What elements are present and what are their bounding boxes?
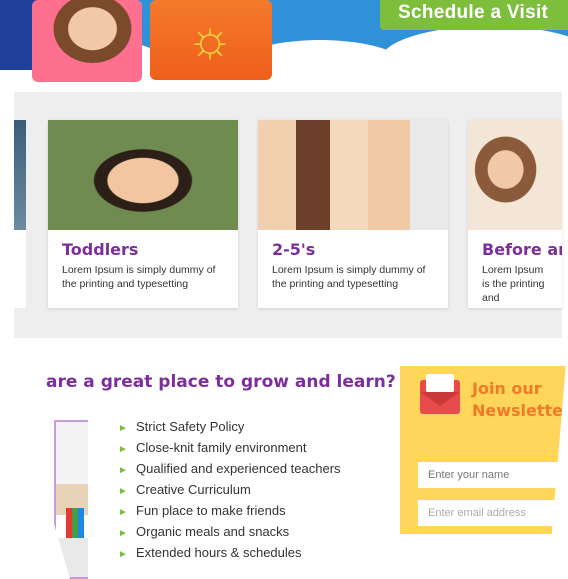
program-card-text: Lorem Ipsum is the printing and [482, 264, 545, 304]
bullet-icon: ► [118, 549, 128, 560]
programs-section: Toddlers Lorem Ipsum is simply dummy of … [14, 92, 562, 338]
program-card-text: Lorem Ipsum is simply dummy of the print… [62, 264, 216, 290]
feature-item: ► Organic meals and snacks [118, 521, 341, 542]
bullet-icon: ► [118, 423, 128, 434]
bullet-icon: ► [118, 486, 128, 497]
program-card-toddlers[interactable]: Toddlers Lorem Ipsum is simply dummy of … [48, 120, 238, 308]
newsletter-box: Join our Newsletter [400, 366, 568, 534]
hero-girl-photo [32, 0, 142, 82]
program-card-image [258, 120, 448, 230]
program-card-partial[interactable] [14, 120, 26, 308]
hero-banner: ☼ Schedule a Visit [0, 0, 568, 92]
features-list: ► Strict Safety Policy ► Close-knit family… [118, 416, 341, 563]
feature-item: ► Strict Safety Policy [118, 416, 341, 437]
perspective-edge-left [0, 338, 70, 579]
feature-item: ► Qualified and experienced teachers [118, 458, 341, 479]
program-card-image [48, 120, 238, 230]
name-input[interactable] [418, 462, 568, 488]
perspective-edge-right [548, 338, 568, 579]
program-card-title: Before an [482, 240, 562, 259]
palm-tree-icon: ☼ [186, 10, 234, 68]
feature-item: ► Close-knit family environment [118, 437, 341, 458]
why-title: are a great place to grow and learn? [46, 372, 396, 392]
feature-item: ► Creative Curriculum [118, 479, 341, 500]
program-card-before-after[interactable]: Before an Lorem Ipsum is the printing an… [468, 120, 562, 308]
bullet-icon: ► [118, 444, 128, 455]
why-section: are a great place to grow and learn? ► St… [0, 338, 568, 579]
bullet-icon: ► [118, 465, 128, 476]
envelope-icon [420, 374, 460, 414]
bullet-icon: ► [118, 507, 128, 518]
program-card-title: 2-5's [272, 240, 316, 259]
program-card-image [14, 120, 26, 230]
program-card-2-5s[interactable]: 2-5's Lorem Ipsum is simply dummy of the… [258, 120, 448, 308]
bullet-icon: ► [118, 528, 128, 539]
program-card-title: Toddlers [62, 240, 139, 259]
feature-item: ► Extended hours & schedules [118, 542, 341, 563]
feature-item: ► Fun place to make friends [118, 500, 341, 521]
program-card-text: Lorem Ipsum is simply dummy of the print… [272, 264, 426, 290]
schedule-visit-button[interactable]: Schedule a Visit [380, 0, 568, 30]
email-input[interactable] [418, 500, 568, 526]
program-card-image [468, 120, 562, 230]
